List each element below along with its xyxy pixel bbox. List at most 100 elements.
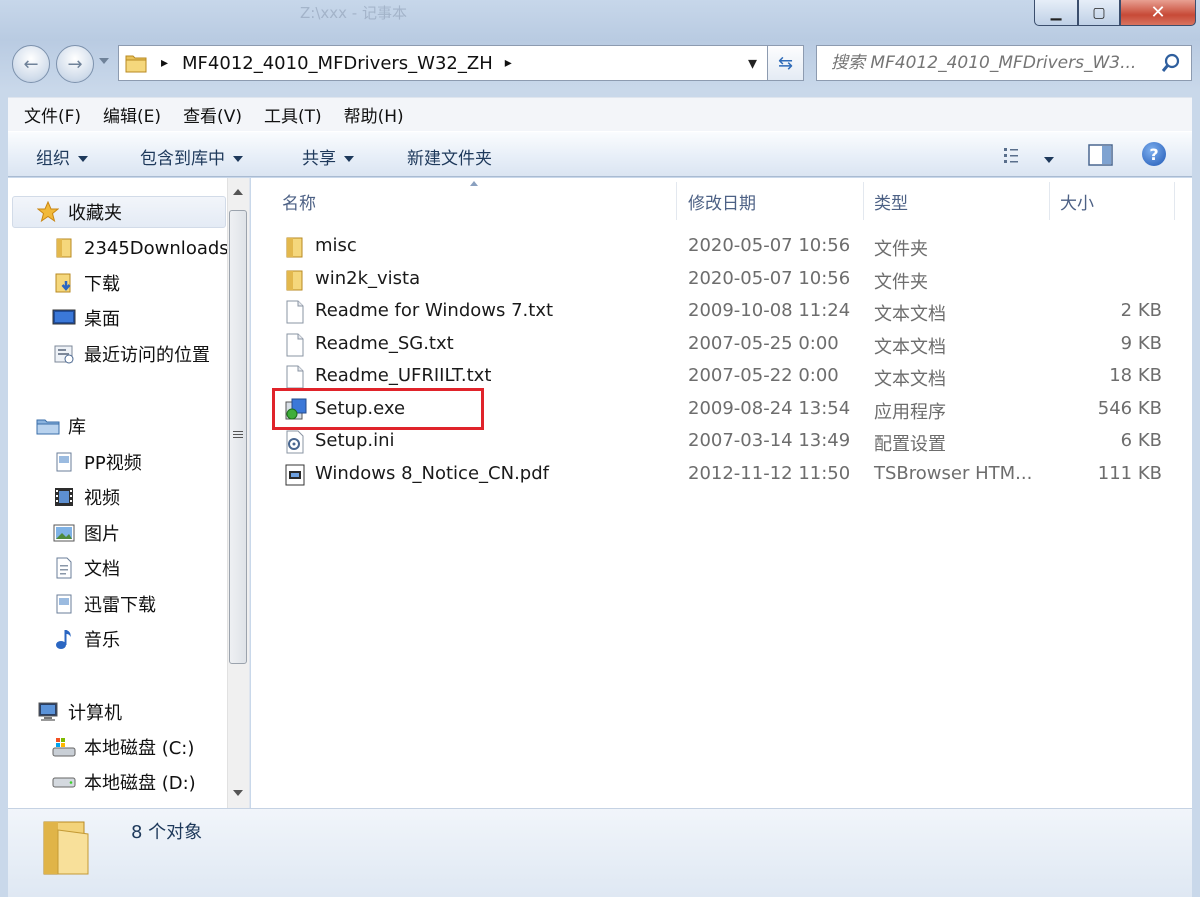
nav-item-music[interactable]: 音乐 [52,623,120,655]
menu-tools[interactable]: 工具(T) [264,102,322,127]
file-row-notice-pdf[interactable]: Windows 8_Notice_CN.pdf 2012-11-12 11:50… [282,459,1172,491]
nav-item-pictures[interactable]: 图片 [52,517,120,549]
minimize-button[interactable]: ▁ [1034,0,1078,26]
preview-pane-button[interactable] [1088,143,1114,167]
sort-ascending-icon [470,181,478,186]
nav-item-label: 迅雷下载 [84,595,156,616]
address-history-dropdown[interactable]: ▾ [748,53,757,74]
file-size: 2 KB [1120,300,1162,321]
thunder-download-library-icon [52,592,76,616]
document-library-icon [52,556,76,580]
maximize-icon: ▢ [1092,4,1106,21]
menu-file[interactable]: 文件(F) [24,102,81,127]
search-icon[interactable] [1161,53,1181,73]
minimize-icon: ▁ [1050,4,1062,21]
nav-item-desktop[interactable]: 桌面 [52,302,120,334]
column-divider[interactable] [676,182,677,220]
close-icon: ✕ [1150,2,1166,23]
nav-item-drive-c[interactable]: 本地磁盘 (C:) [52,731,194,763]
file-date: 2009-10-08 11:24 [688,300,851,321]
file-row-win2k-vista[interactable]: win2k_vista 2020-05-07 10:56 文件夹 [282,264,1172,296]
folder-icon [52,236,76,260]
maximize-button[interactable]: ▢ [1078,0,1120,26]
file-row-readme-sg[interactable]: Readme_SG.txt 2007-05-25 0:00 文本文档 9 KB [282,329,1172,361]
menu-help[interactable]: 帮助(H) [344,102,404,127]
folder-icon [38,816,100,878]
folder-icon [284,235,306,259]
nav-favorites[interactable]: 收藏夹 [36,196,122,228]
scroll-down-arrow-icon[interactable] [233,790,243,796]
recent-pages-dropdown[interactable] [99,58,109,64]
breadcrumb-child-arrow[interactable]: ▸ [505,55,512,71]
picture-library-icon [52,521,76,545]
nav-item-label: 本地磁盘 (C:) [84,738,195,759]
pdf-file-icon [284,463,306,487]
column-header-size[interactable]: 大小 [1060,184,1094,218]
nav-item-documents[interactable]: 文档 [52,552,120,584]
nav-item-label: 本地磁盘 (D:) [84,773,196,794]
help-icon: ? [1142,142,1166,166]
column-divider[interactable] [1049,182,1050,220]
column-header-name[interactable]: 名称 [282,184,316,218]
refresh-button[interactable]: ⇆ [768,45,804,81]
menu-edit[interactable]: 编辑(E) [103,102,161,127]
nav-item-label: 最近访问的位置 [84,345,210,366]
include-in-library-button[interactable]: 包含到库中 [140,144,243,169]
file-name: Readme for Windows 7.txt [315,300,554,321]
preview-pane-icon [1088,144,1113,166]
nav-computer[interactable]: 计算机 [36,696,122,728]
column-divider[interactable] [1174,182,1175,220]
title-bar: Z:\xxx - 记事本 ▁ ▢ ✕ [0,0,1200,36]
menu-view[interactable]: 查看(V) [183,102,242,127]
close-button[interactable]: ✕ [1120,0,1196,26]
view-options-button[interactable] [1002,144,1028,166]
nav-item-label: 文档 [84,559,120,580]
address-bar[interactable]: ▸ MF4012_4010_MFDrivers_W32_ZH ▸ ▾ [118,45,768,81]
background-window-title: Z:\xxx - 记事本 [300,4,407,22]
nav-item-recent-places[interactable]: 最近访问的位置 [52,338,210,370]
column-header-type[interactable]: 类型 [874,184,908,218]
text-file-icon [284,300,306,324]
file-row-readme-windows7[interactable]: Readme for Windows 7.txt 2009-10-08 11:2… [282,296,1172,328]
file-date: 2007-03-14 13:49 [688,430,851,451]
scroll-up-arrow-icon[interactable] [233,189,243,195]
nav-item-videos[interactable]: 视频 [52,481,120,513]
back-button[interactable]: ← [12,45,50,83]
file-row-setup-ini[interactable]: Setup.ini 2007-03-14 13:49 配置设置 6 KB [282,426,1172,458]
nav-libraries[interactable]: 库 [36,410,86,442]
library-icon [36,414,60,438]
organize-button[interactable]: 组织 [36,144,88,169]
file-type: 配置设置 [874,434,946,455]
file-date: 2009-08-24 13:54 [688,398,851,419]
share-button[interactable]: 共享 [302,144,354,169]
nav-item-thunder-downloads[interactable]: 迅雷下载 [52,588,156,620]
nav-favorites-label: 收藏夹 [68,203,122,224]
column-header-date[interactable]: 修改日期 [688,184,756,218]
nav-item-2345downloads[interactable]: 2345Downloads [52,232,229,264]
nav-item-pp-video[interactable]: PP视频 [52,446,142,478]
file-size: 9 KB [1120,333,1162,354]
nav-item-label: 下载 [84,274,120,295]
column-divider[interactable] [863,182,864,220]
new-folder-button[interactable]: 新建文件夹 [407,144,492,169]
nav-item-downloads[interactable]: 下载 [52,267,120,299]
file-type: 文本文档 [874,337,946,358]
breadcrumb-separator[interactable]: ▸ [161,55,168,71]
file-type: TSBrowser HTM... [874,463,1033,484]
file-type: 文本文档 [874,369,946,390]
view-dropdown-button[interactable] [1044,150,1054,170]
search-input[interactable] [829,52,1159,74]
search-box[interactable] [816,45,1192,81]
organize-label: 组织 [36,149,70,169]
file-name: Readme_UFRIILT.txt [315,365,492,386]
nav-item-drive-d[interactable]: 本地磁盘 (D:) [52,766,196,798]
breadcrumb-current[interactable]: MF4012_4010_MFDrivers_W32_ZH [182,53,493,74]
file-date: 2020-05-07 10:56 [688,235,851,256]
file-name: misc [315,235,357,256]
help-button[interactable]: ? [1142,142,1166,166]
file-row-misc[interactable]: misc 2020-05-07 10:56 文件夹 [282,231,1172,263]
system-drive-icon [52,735,76,759]
pp-video-library-icon [52,450,76,474]
hard-drive-icon [52,770,76,794]
forward-button[interactable]: → [56,45,94,83]
